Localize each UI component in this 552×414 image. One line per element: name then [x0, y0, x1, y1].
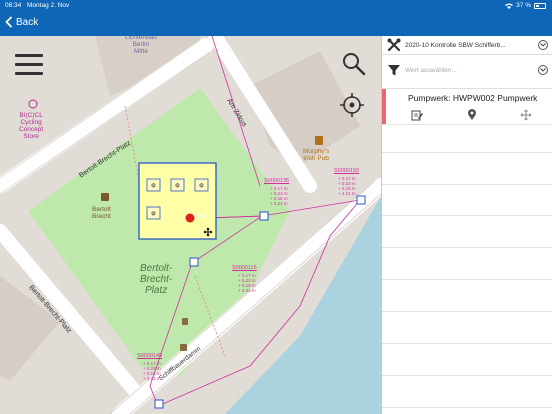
selection-accent	[382, 89, 386, 125]
svg-text:⚙: ⚙	[151, 211, 156, 218]
back-label: Back	[16, 16, 39, 28]
svg-text:⚙: ⚙	[151, 183, 156, 190]
edit-icon	[411, 110, 423, 121]
move-button[interactable]	[520, 108, 532, 121]
details-panel: 2020-10 Kontrolle SBW Schifferb... Wert …	[381, 36, 552, 414]
chevron-down-icon	[540, 68, 546, 72]
map-view[interactable]: ⚙ ⚙ ⚙ ⚙ Lichtenbau Berlin Mitte BI(C)CL Cyc…	[0, 36, 381, 414]
pub-icon	[315, 136, 323, 145]
pipe-detail-label: + 0.17 m + 0.23 m + 0.18 m + 4.21 m	[270, 186, 288, 206]
edit-button[interactable]	[411, 108, 423, 121]
chevron-left-icon	[5, 16, 13, 28]
search-icon	[343, 53, 366, 76]
selected-structure	[138, 162, 217, 240]
filter-icon	[388, 65, 400, 76]
menu-button[interactable]	[15, 54, 43, 76]
crosshair-icon	[340, 93, 364, 117]
filter-selector[interactable]: Wert auswählen...	[382, 59, 552, 81]
status-bar: 08:34 Montag 2. Nov 37 %	[0, 0, 552, 11]
list-divider	[382, 124, 552, 125]
search-button[interactable]	[342, 52, 366, 76]
pipe-marker	[259, 211, 269, 221]
telephone-icon	[182, 318, 188, 325]
pipe-detail-label: + 0.17 m + 0.23 m + 0.18 m + 4.21 m	[143, 361, 161, 381]
pipe-marker	[189, 257, 199, 267]
cafe-icon	[180, 344, 187, 351]
list-divider	[382, 375, 552, 376]
project-dropdown-button[interactable]	[538, 40, 548, 50]
monument-icon	[101, 193, 109, 201]
battery-icon	[534, 2, 546, 9]
list-divider	[382, 279, 552, 280]
pipe-detail-label: + 0.17 m + 0.23 m + 0.18 m + 4.21 m	[238, 273, 256, 293]
show-on-map-button[interactable]	[466, 108, 478, 120]
filter-dropdown-button[interactable]	[538, 65, 548, 75]
list-divider	[382, 343, 552, 344]
pipe-id-label: S0000140	[137, 353, 163, 359]
navigation-bar: Back	[0, 11, 552, 36]
tools-icon	[387, 38, 401, 52]
status-date: Montag 2. Nov	[27, 2, 70, 9]
map-monument-label: Bertolt Brecht	[92, 206, 111, 220]
locate-button[interactable]	[339, 92, 365, 118]
project-selector[interactable]: 2020-10 Kontrolle SBW Schifferb...	[382, 36, 552, 55]
list-divider	[382, 247, 552, 248]
list-divider	[382, 407, 552, 408]
filter-value: Wert auswählen...	[405, 66, 457, 74]
move-icon	[520, 109, 532, 121]
map-pub-label: Murphy's Irish Pub	[303, 148, 330, 162]
chevron-down-icon	[540, 43, 546, 47]
list-divider	[382, 215, 552, 216]
pipe-marker	[356, 195, 366, 205]
item-title: Pumpwerk: HWPW002 Pumpwerk	[408, 93, 538, 103]
status-right: 37 %	[505, 2, 546, 9]
project-name: 2020-10 Kontrolle SBW Schifferb...	[405, 41, 506, 49]
map-pin-icon	[468, 109, 476, 120]
svg-text:⚙: ⚙	[199, 183, 204, 190]
location-marker	[185, 213, 195, 223]
battery-percent: 37 %	[516, 2, 531, 9]
menu-icon	[15, 54, 43, 57]
list-divider	[382, 184, 552, 185]
pipe-detail-label: + 0.17 m + 0.23 m + 0.18 m + 4.21 m	[338, 176, 356, 196]
back-button[interactable]: Back	[5, 16, 38, 28]
svg-text:⚙: ⚙	[175, 183, 180, 190]
selected-item-row[interactable]: Pumpwerk: HWPW002 Pumpwerk	[382, 88, 552, 125]
list-divider	[382, 152, 552, 153]
pipe-id-label: S0000150	[334, 168, 360, 174]
wifi-icon	[505, 3, 514, 9]
status-time: 08:34	[5, 2, 22, 9]
pipe-marker	[154, 399, 164, 409]
pipe-id-label: S0000115	[232, 265, 257, 271]
list-divider	[382, 311, 552, 312]
map-park-label: Bertolt- Brecht- Platz	[140, 263, 173, 296]
map-poi-label-top: Lichtenbau Berlin Mitte	[125, 36, 157, 55]
pipe-id-label: S0000135	[264, 178, 290, 184]
map-cycling-label: BI(C)CL Cycling Concept Store	[19, 112, 44, 140]
